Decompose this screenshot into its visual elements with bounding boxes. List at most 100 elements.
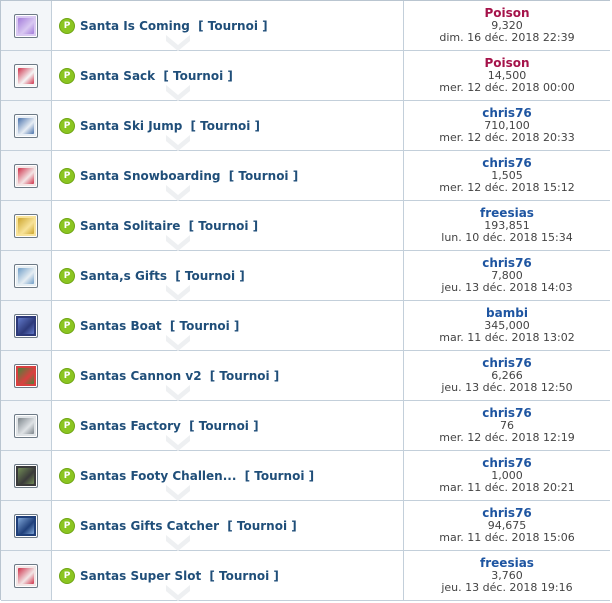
game-name-cell: P Santa Ski Jump [ Tournoi ] bbox=[52, 101, 404, 151]
game-name-cell: P Santa Snowboarding [ Tournoi ] bbox=[52, 151, 404, 201]
chevron-down-icon bbox=[166, 585, 190, 601]
game-name-cell: P Santas Boat [ Tournoi ] bbox=[52, 301, 404, 351]
game-link[interactable]: Santa Ski Jump [ Tournoi ] bbox=[80, 119, 260, 133]
cannon-thumbnail-icon[interactable] bbox=[14, 363, 38, 388]
gifts-thumbnail-icon[interactable] bbox=[14, 263, 38, 288]
chevron-down-icon bbox=[166, 535, 190, 551]
tournament-suffix: [ Tournoi ] bbox=[190, 118, 261, 133]
high-score-cell: chris76 1,505 mer. 12 déc. 2018 15:12 bbox=[404, 151, 610, 200]
game-link[interactable]: Santas Cannon v2 [ Tournoi ] bbox=[80, 369, 279, 383]
game-thumbnail-cell bbox=[1, 301, 52, 350]
game-thumbnail-cell bbox=[1, 551, 52, 600]
high-score-cell: freesias 3,760 jeu. 13 déc. 2018 19:16 bbox=[404, 551, 610, 600]
tournament-suffix: [ Tournoi ] bbox=[209, 568, 279, 583]
table-row: P Santas Super Slot [ Tournoi ] freesias… bbox=[1, 551, 610, 601]
table-row: P Santas Factory [ Tournoi ] chris76 76 … bbox=[1, 401, 610, 451]
high-score-cell: freesias 193,851 lun. 10 déc. 2018 15:34 bbox=[404, 201, 610, 250]
chevron-down-icon bbox=[166, 385, 190, 401]
game-title: Santa Sack bbox=[80, 68, 156, 83]
game-link[interactable]: Santas Boat [ Tournoi ] bbox=[80, 319, 239, 333]
chevron-down-icon bbox=[166, 185, 190, 201]
score-date: mer. 12 déc. 2018 15:12 bbox=[439, 181, 575, 194]
tournament-suffix: [ Tournoi ] bbox=[169, 318, 240, 333]
game-title: Santa,s Gifts bbox=[80, 268, 168, 283]
high-score-cell: chris76 7,800 jeu. 13 déc. 2018 14:03 bbox=[404, 251, 610, 300]
boat-thumbnail-icon[interactable] bbox=[14, 313, 38, 338]
game-link[interactable]: Santa,s Gifts [ Tournoi ] bbox=[80, 269, 245, 283]
score-date: jeu. 13 déc. 2018 19:16 bbox=[441, 581, 573, 594]
footy-thumbnail-icon[interactable] bbox=[14, 463, 38, 488]
game-title: Santa Snowboarding bbox=[80, 168, 221, 183]
ski-jump-thumbnail-icon[interactable] bbox=[14, 113, 38, 138]
play-badge-icon: P bbox=[59, 367, 75, 384]
high-score-cell: Poison 14,500 mer. 12 déc. 2018 00:00 bbox=[404, 51, 610, 100]
table-row: P Santas Cannon v2 [ Tournoi ] chris76 6… bbox=[1, 351, 610, 401]
game-name-cell: P Santas Factory [ Tournoi ] bbox=[52, 401, 404, 451]
score-date: mar. 11 déc. 2018 20:21 bbox=[439, 481, 575, 494]
play-badge-icon: P bbox=[59, 217, 75, 234]
game-thumbnail-cell bbox=[1, 251, 52, 300]
tournament-suffix: [ Tournoi ] bbox=[198, 18, 268, 33]
high-score-cell: bambi 345,000 mar. 11 déc. 2018 13:02 bbox=[404, 301, 610, 350]
high-score-cell: chris76 94,675 mar. 11 déc. 2018 15:06 bbox=[404, 501, 610, 550]
tournament-suffix: [ Tournoi ] bbox=[175, 268, 245, 283]
game-title: Santas Footy Challen... bbox=[80, 468, 237, 483]
score-date: mer. 12 déc. 2018 20:33 bbox=[439, 131, 575, 144]
table-row: P Santa,s Gifts [ Tournoi ] chris76 7,80… bbox=[1, 251, 610, 301]
solitaire-thumbnail-icon[interactable] bbox=[14, 213, 38, 238]
game-link[interactable]: Santa Solitaire [ Tournoi ] bbox=[80, 219, 258, 233]
factory-thumbnail-icon[interactable] bbox=[14, 413, 38, 438]
game-thumbnail-cell bbox=[1, 151, 52, 200]
play-badge-icon: P bbox=[59, 267, 75, 284]
high-score-cell: Poison 9,320 dim. 16 déc. 2018 22:39 bbox=[404, 1, 610, 50]
game-title: Santa Is Coming bbox=[80, 18, 190, 33]
game-name-cell: P Santa Sack [ Tournoi ] bbox=[52, 51, 404, 101]
play-badge-icon: P bbox=[59, 67, 75, 84]
game-link[interactable]: Santa Snowboarding [ Tournoi ] bbox=[80, 169, 298, 183]
tournament-suffix: [ Tournoi ] bbox=[189, 418, 259, 433]
game-title: Santas Super Slot bbox=[80, 568, 202, 583]
game-title: Santas Factory bbox=[80, 418, 181, 433]
santa-coming-thumbnail-icon[interactable] bbox=[14, 13, 38, 38]
game-link[interactable]: Santas Footy Challen... [ Tournoi ] bbox=[80, 469, 314, 483]
play-badge-icon: P bbox=[59, 17, 75, 34]
game-thumbnail-cell bbox=[1, 51, 52, 100]
game-name-cell: P Santa Solitaire [ Tournoi ] bbox=[52, 201, 404, 251]
game-name-cell: P Santas Footy Challen... [ Tournoi ] bbox=[52, 451, 404, 501]
games-table: P Santa Is Coming [ Tournoi ] Poison 9,3… bbox=[0, 0, 610, 601]
game-name-cell: P Santas Super Slot [ Tournoi ] bbox=[52, 551, 404, 601]
santa-sack-thumbnail-icon[interactable] bbox=[14, 63, 38, 88]
table-row: P Santa Ski Jump [ Tournoi ] chris76 710… bbox=[1, 101, 610, 151]
game-thumbnail-cell bbox=[1, 401, 52, 450]
game-thumbnail-cell bbox=[1, 351, 52, 400]
super-slot-thumbnail-icon[interactable] bbox=[14, 563, 38, 588]
score-date: lun. 10 déc. 2018 15:34 bbox=[441, 231, 573, 244]
play-badge-icon: P bbox=[59, 167, 75, 184]
play-badge-icon: P bbox=[59, 117, 75, 134]
game-title: Santas Cannon v2 bbox=[80, 368, 202, 383]
chevron-down-icon bbox=[166, 235, 190, 251]
game-link[interactable]: Santa Sack [ Tournoi ] bbox=[80, 69, 233, 83]
play-badge-icon: P bbox=[59, 467, 75, 484]
score-date: mar. 11 déc. 2018 15:06 bbox=[439, 531, 575, 544]
game-thumbnail-cell bbox=[1, 101, 52, 150]
table-row: P Santa Is Coming [ Tournoi ] Poison 9,3… bbox=[1, 1, 610, 51]
table-row: P Santas Boat [ Tournoi ] bambi 345,000 … bbox=[1, 301, 610, 351]
table-row: P Santas Gifts Catcher [ Tournoi ] chris… bbox=[1, 501, 610, 551]
gifts-catcher-thumbnail-icon[interactable] bbox=[14, 513, 38, 538]
game-link[interactable]: Santas Super Slot [ Tournoi ] bbox=[80, 569, 279, 583]
table-row: P Santa Sack [ Tournoi ] Poison 14,500 m… bbox=[1, 51, 610, 101]
game-link[interactable]: Santas Gifts Catcher [ Tournoi ] bbox=[80, 519, 297, 533]
game-link[interactable]: Santa Is Coming [ Tournoi ] bbox=[80, 19, 268, 33]
score-date: dim. 16 déc. 2018 22:39 bbox=[439, 31, 575, 44]
game-name-cell: P Santas Cannon v2 [ Tournoi ] bbox=[52, 351, 404, 401]
game-link[interactable]: Santas Factory [ Tournoi ] bbox=[80, 419, 259, 433]
game-thumbnail-cell bbox=[1, 451, 52, 500]
game-title: Santa Ski Jump bbox=[80, 118, 183, 133]
high-score-cell: chris76 1,000 mar. 11 déc. 2018 20:21 bbox=[404, 451, 610, 500]
tournament-suffix: [ Tournoi ] bbox=[163, 68, 233, 83]
game-title: Santas Boat bbox=[80, 318, 162, 333]
high-score-cell: chris76 6,266 jeu. 13 déc. 2018 12:50 bbox=[404, 351, 610, 400]
snowboarding-thumbnail-icon[interactable] bbox=[14, 163, 38, 188]
game-name-cell: P Santas Gifts Catcher [ Tournoi ] bbox=[52, 501, 404, 551]
